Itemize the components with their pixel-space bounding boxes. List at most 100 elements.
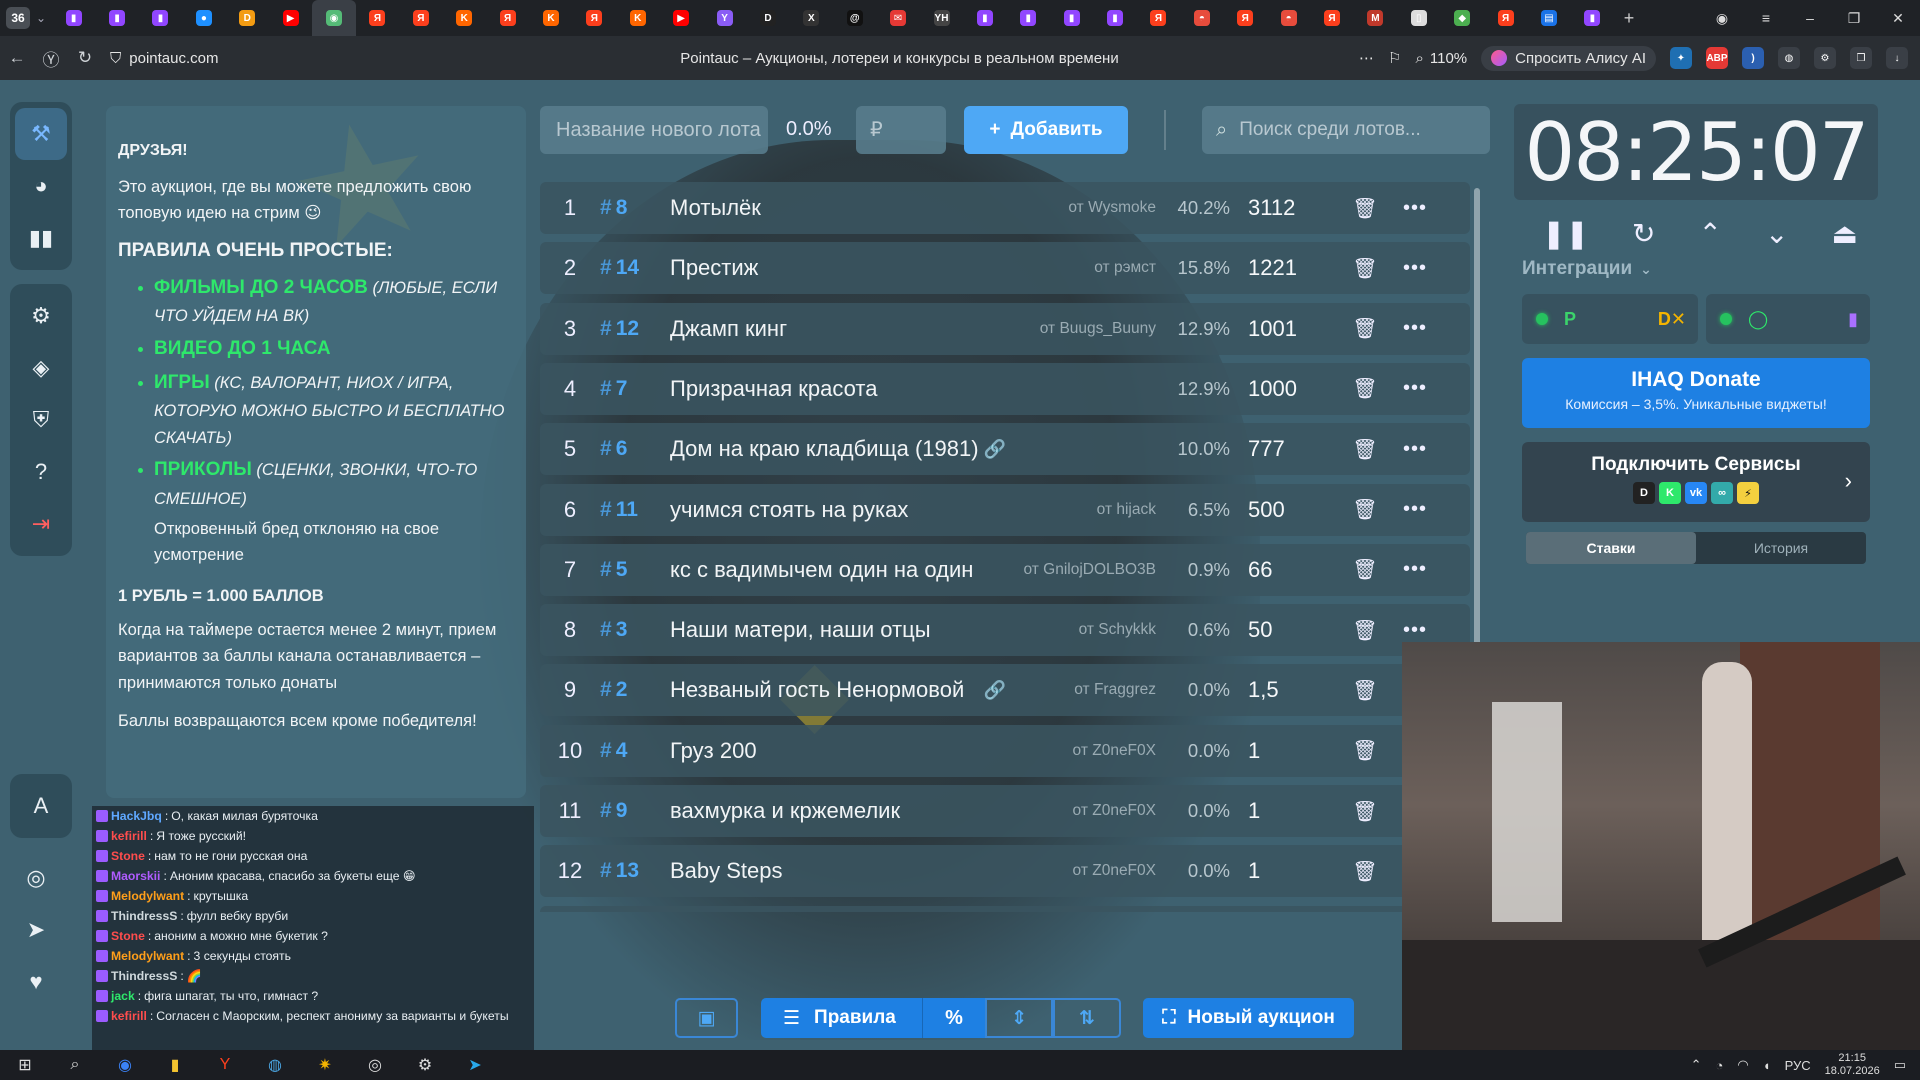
- logout-icon[interactable]: ⇥: [15, 498, 67, 550]
- tab-history[interactable]: История: [1696, 532, 1866, 564]
- browser-tab[interactable]: ◆: [1441, 0, 1484, 36]
- system-clock[interactable]: 21:15 18.07.2026: [1825, 1052, 1880, 1078]
- chat-username[interactable]: Stone: [111, 846, 145, 866]
- collections-icon[interactable]: ❒: [1850, 47, 1872, 69]
- browser-tab[interactable]: ◓: [1267, 0, 1310, 36]
- lot-name[interactable]: кс с вадимычем один на один: [670, 557, 980, 583]
- more-icon[interactable]: •••: [1390, 197, 1440, 220]
- yandex-browser-icon[interactable]: Y: [200, 1050, 250, 1080]
- new-lot-name-input[interactable]: [540, 106, 768, 154]
- donate-banner[interactable]: IHAQ Donate Комиссия – 3,5%. Уникальные …: [1522, 358, 1870, 428]
- save-button[interactable]: ▣: [675, 998, 738, 1038]
- layers-icon[interactable]: ◈: [15, 342, 67, 394]
- max-icon[interactable]: ⏏: [1832, 217, 1858, 250]
- app-icon[interactable]: ◉: [100, 1050, 150, 1080]
- lot-name[interactable]: Джамп кинг: [670, 316, 980, 342]
- lot-row[interactable]: 2#14Престижот рэмст+115.8%1221🗑•••: [540, 242, 1470, 295]
- trash-icon[interactable]: 🗑: [1340, 497, 1390, 522]
- auction-icon[interactable]: ⚒: [15, 108, 67, 160]
- integration-twitch[interactable]: ◯ ▮: [1706, 294, 1870, 344]
- trash-icon[interactable]: 🗑: [1340, 437, 1390, 462]
- connect-services-card[interactable]: Подключить Сервисы D K vk ∞ ⚡ ›: [1522, 442, 1870, 522]
- profile-icon[interactable]: ◉: [1700, 10, 1744, 27]
- browser-tab[interactable]: D: [746, 0, 789, 36]
- lot-row[interactable]: 1 #8 Мотылёк от Wysmoke 40.2% 3112 🗑 •••: [540, 182, 1470, 234]
- bookmark-icon[interactable]: ⚐: [1388, 49, 1401, 67]
- lot-row[interactable]: 12 #13 Baby Steps от Z0neF0X 0.0% 1 🗑: [540, 845, 1470, 898]
- lot-row[interactable]: 9 #2 Незваный гость Ненормовой 🔗 от Fraggrez…: [540, 664, 1470, 717]
- chat-username[interactable]: ThindressS: [111, 966, 177, 986]
- lot-name[interactable]: Baby Steps: [670, 858, 980, 884]
- browser-tab[interactable]: Я: [1137, 0, 1180, 36]
- lot-name[interactable]: Наши матери, наши отцы: [670, 617, 980, 643]
- minimize-button[interactable]: –: [1788, 10, 1832, 26]
- lot-name[interactable]: Мотылёк: [670, 195, 980, 221]
- trash-icon[interactable]: 🗑: [1340, 256, 1390, 281]
- download-icon[interactable]: ↓: [1886, 47, 1908, 69]
- support-icon[interactable]: ♥: [10, 956, 62, 1008]
- browser-tab[interactable]: ▤: [1527, 0, 1570, 36]
- trash-icon[interactable]: 🗑: [1340, 618, 1390, 643]
- browser-tab[interactable]: Я: [486, 0, 529, 36]
- chat-username[interactable]: kefirill: [111, 1006, 147, 1026]
- more-icon[interactable]: •••: [1390, 438, 1440, 461]
- chat-username[interactable]: Melodylwant: [111, 886, 184, 906]
- integration-donatepay[interactable]: P D✕: [1522, 294, 1698, 344]
- browser-tab[interactable]: ▮: [1050, 0, 1093, 36]
- notifications-icon[interactable]: ▭: [1894, 1057, 1906, 1073]
- browser-tab[interactable]: Y: [703, 0, 746, 36]
- url-field[interactable]: ⛉ pointauc.com: [110, 50, 440, 67]
- trash-icon[interactable]: 🗑: [1340, 859, 1390, 884]
- lot-name[interactable]: Призрачная красота: [670, 376, 980, 402]
- lot-name[interactable]: учимся стоять на руках: [670, 497, 980, 523]
- obs-icon[interactable]: ◎: [350, 1050, 400, 1080]
- lot-amount[interactable]: 1: [1230, 798, 1340, 824]
- chat-username[interactable]: kefirill: [111, 826, 147, 846]
- tab-bids[interactable]: Ставки: [1526, 532, 1696, 564]
- lot-name[interactable]: Престиж: [670, 255, 980, 281]
- app-icon[interactable]: ✷: [300, 1050, 350, 1080]
- lot-amount[interactable]: 500: [1230, 497, 1340, 523]
- browser-tab[interactable]: ▮: [1007, 0, 1050, 36]
- audio-icon[interactable]: ): [1742, 47, 1764, 69]
- help-icon[interactable]: ?: [15, 446, 67, 498]
- chat-username[interactable]: HackJbq: [111, 806, 162, 826]
- stats-icon[interactable]: ▮▮: [15, 212, 67, 264]
- lot-amount[interactable]: 3112: [1230, 195, 1340, 221]
- back-button[interactable]: ←: [0, 48, 34, 68]
- network-icon[interactable]: ◔: [1716, 1058, 1724, 1073]
- restore-button[interactable]: ❐: [1832, 10, 1876, 27]
- yandex-icon[interactable]: Ⓨ: [34, 46, 68, 71]
- search-icon[interactable]: ⌕: [50, 1050, 100, 1080]
- search-input[interactable]: [1239, 119, 1470, 141]
- app-icon[interactable]: ◍: [250, 1050, 300, 1080]
- translate-icon[interactable]: A: [15, 780, 67, 832]
- lot-row[interactable]: 8 #3 Наши матери, наши отцы от Schykkk 0.6% 5…: [540, 604, 1470, 657]
- lot-name[interactable]: Незваный гость Ненормовой: [670, 677, 980, 703]
- start-icon[interactable]: ⊞: [0, 1050, 50, 1080]
- settings-icon[interactable]: ⚙: [15, 290, 67, 342]
- lot-amount[interactable]: 1001: [1230, 316, 1340, 342]
- chat-username[interactable]: jack: [111, 986, 135, 1006]
- chevron-up-icon[interactable]: ⌃: [1691, 1057, 1702, 1073]
- percent-toggle-button[interactable]: %: [922, 998, 985, 1038]
- lot-amount[interactable]: 777: [1230, 436, 1340, 462]
- github-icon[interactable]: ◎: [10, 852, 62, 904]
- split-icon[interactable]: ⇕: [985, 998, 1053, 1038]
- link-icon[interactable]: 🔗: [980, 680, 1010, 701]
- browser-tab[interactable]: ▶: [659, 0, 702, 36]
- close-button[interactable]: ✕: [1876, 10, 1920, 27]
- browser-tab[interactable]: X: [790, 0, 833, 36]
- volume-icon[interactable]: ◖: [1763, 1058, 1771, 1073]
- tab-count-badge[interactable]: 36: [6, 7, 30, 29]
- browser-tab[interactable]: Я: [356, 0, 399, 36]
- browser-tab[interactable]: K: [616, 0, 659, 36]
- browser-tab[interactable]: Я: [1310, 0, 1353, 36]
- browser-tab[interactable]: M: [1354, 0, 1397, 36]
- lot-name[interactable]: Дом на краю кладбища (1981): [670, 436, 980, 462]
- browser-tab[interactable]: ▮: [95, 0, 138, 36]
- more-icon[interactable]: •••: [1390, 377, 1440, 400]
- more-icon[interactable]: •••: [1390, 317, 1440, 340]
- lot-row[interactable]: 6 #11 учимся стоять на руках от hijack 6.5% 5…: [540, 483, 1470, 536]
- browser-tab[interactable]: ◓: [1180, 0, 1223, 36]
